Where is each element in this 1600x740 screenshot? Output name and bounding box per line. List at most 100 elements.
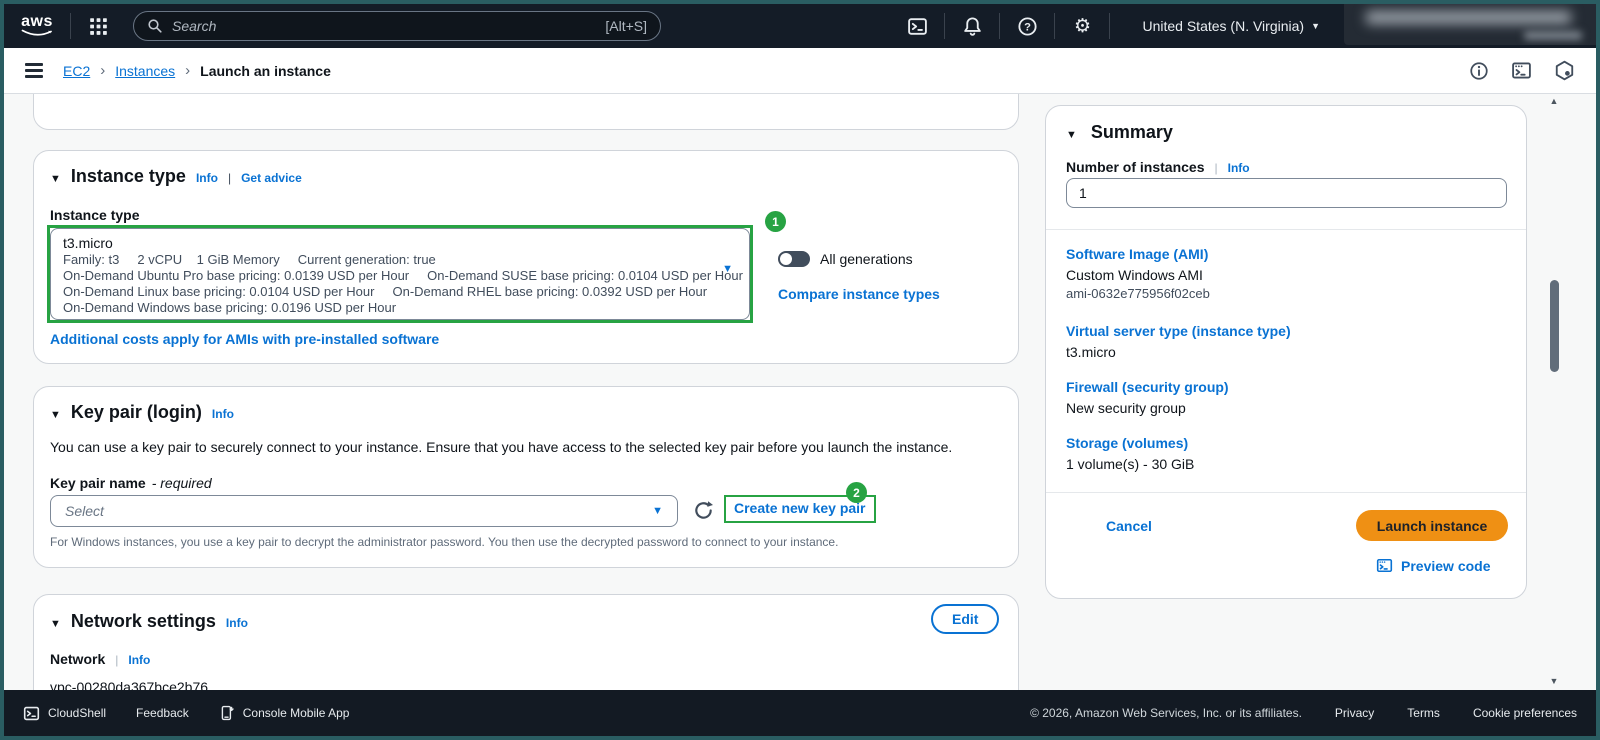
search-input[interactable] (172, 18, 597, 34)
mobile-app-icon (221, 705, 234, 721)
aws-logo-text: aws (21, 12, 53, 30)
redacted-text (1524, 31, 1582, 40)
account-info-redacted[interactable] (1344, 4, 1596, 45)
info-icon[interactable] (1469, 61, 1489, 81)
annotation-highlight-1: t3.micro Family: t3 2 vCPU 1 GiB Memory … (47, 225, 753, 323)
nav-divider (1109, 13, 1111, 39)
section-collapse-icon[interactable]: ▼ (50, 173, 61, 185)
help-icon[interactable]: ? (1016, 15, 1038, 37)
instance-type-selected: t3.micro (63, 235, 113, 251)
summary-instance-type-value: t3.micro (1066, 344, 1116, 360)
breadcrumb-separator: › (185, 62, 191, 79)
footer-cloudshell-button[interactable]: CloudShell (23, 705, 106, 722)
breadcrumb-bar: EC2 › Instances › Launch an instance (4, 48, 1596, 94)
key-pair-title: Key pair (login) (70, 402, 202, 422)
region-selector[interactable]: United States (N. Virginia) ▼ (1142, 18, 1320, 34)
global-search[interactable]: [Alt+S] (133, 11, 661, 41)
footer-mobile-app-button[interactable]: Console Mobile App (219, 705, 349, 721)
preview-code-icon[interactable] (1511, 60, 1532, 81)
summary-ami-link[interactable]: Software Image (AMI) (1066, 246, 1208, 262)
instance-type-field-label: Instance type (50, 207, 140, 223)
key-pair-name-label: Key pair name (50, 475, 146, 491)
footer-copyright: © 2026, Amazon Web Services, Inc. or its… (1030, 706, 1302, 720)
scrollbar: ▲ ▼ (1548, 94, 1560, 690)
instances-info-link[interactable]: Info (1228, 161, 1250, 175)
network-field-label: Network (50, 651, 106, 667)
cancel-button[interactable]: Cancel (1106, 518, 1152, 534)
section-collapse-icon[interactable]: ▼ (50, 409, 61, 421)
instance-type-title: Instance type (70, 166, 186, 186)
scrollbar-thumb[interactable] (1549, 280, 1559, 372)
aws-smile-icon (21, 29, 52, 36)
hamburger-menu-icon[interactable] (25, 63, 43, 78)
summary-instance-type-link[interactable]: Virtual server type (instance type) (1066, 323, 1291, 339)
nav-divider (944, 13, 946, 39)
network-settings-info-link[interactable]: Info (226, 616, 248, 630)
cloudshell-icon (23, 706, 40, 720)
launch-instance-button[interactable]: Launch instance (1356, 510, 1508, 541)
edit-network-button[interactable]: Edit (931, 604, 1000, 634)
key-pair-info-link[interactable]: Info (212, 407, 234, 421)
network-settings-title: Network settings (70, 611, 216, 631)
footer-terms-link[interactable]: Terms (1407, 706, 1440, 720)
key-pair-select[interactable]: Select ▼ (50, 495, 678, 527)
network-settings-section: ▼ Network settings Info Edit Network | I… (33, 594, 1019, 690)
caret-down-icon: ▼ (1311, 21, 1320, 31)
footer: CloudShell Feedback Console Mobile App ©… (4, 690, 1596, 736)
refresh-icon[interactable] (692, 499, 715, 522)
breadcrumb-instances[interactable]: Instances (115, 63, 175, 79)
preview-code-icon (1376, 558, 1393, 573)
nav-divider (999, 13, 1001, 39)
breadcrumb-separator: › (100, 62, 106, 79)
separator: | (115, 653, 119, 667)
scroll-down-arrow[interactable]: ▼ (1548, 676, 1560, 686)
footer-cookie-preferences-link[interactable]: Cookie preferences (1473, 706, 1577, 720)
instance-type-section: ▼ Instance type Info | Get advice Instan… (33, 150, 1019, 364)
notifications-bell-icon[interactable] (961, 15, 983, 37)
preview-code-button[interactable]: Preview code (1376, 557, 1491, 574)
footer-feedback-button[interactable]: Feedback (136, 706, 189, 720)
breadcrumb-ec2[interactable]: EC2 (63, 63, 90, 79)
instance-type-specs: Family: t3 2 vCPU 1 GiB Memory Current g… (63, 252, 436, 267)
network-vpc-value: vpc-00280da367bce2b76 (50, 679, 209, 690)
instance-type-pricing-3: On-Demand Windows base pricing: 0.0196 U… (63, 300, 397, 315)
summary-firewall-link[interactable]: Firewall (security group) (1066, 379, 1229, 395)
instance-type-select[interactable]: t3.micro Family: t3 2 vCPU 1 GiB Memory … (50, 228, 750, 320)
number-of-instances-label: Number of instances (1066, 159, 1205, 175)
additional-costs-link[interactable]: Additional costs apply for AMIs with pre… (50, 331, 439, 347)
required-label: - required (151, 475, 212, 491)
instance-type-pricing-2: On-Demand Linux base pricing: 0.0104 USD… (63, 284, 708, 299)
section-collapse-icon[interactable]: ▼ (1066, 129, 1077, 141)
summary-title: Summary (1090, 122, 1173, 142)
instance-type-pricing-1: On-Demand Ubuntu Pro base pricing: 0.013… (63, 268, 743, 283)
cloudshell-icon[interactable] (906, 15, 928, 37)
settings-gear-icon[interactable]: ⚙ (1071, 15, 1093, 37)
aws-logo[interactable]: aws (20, 12, 54, 38)
aws-console-screen: aws [Alt+S] (0, 0, 1600, 740)
toggle-knob (780, 253, 792, 265)
scroll-up-arrow[interactable]: ▲ (1548, 96, 1560, 106)
annotation-badge-1: 1 (765, 211, 786, 232)
instance-type-info-link[interactable]: Info (196, 171, 218, 185)
all-generations-toggle[interactable] (778, 251, 810, 267)
search-icon (148, 19, 162, 33)
summary-storage-value: 1 volume(s) - 30 GiB (1066, 456, 1195, 472)
separator: | (1214, 161, 1218, 175)
caret-down-icon: ▼ (652, 505, 663, 517)
main-content: ▼ Instance type Info | Get advice Instan… (4, 94, 1596, 690)
apps-grid-icon[interactable] (87, 15, 109, 37)
summary-storage-link[interactable]: Storage (volumes) (1066, 435, 1188, 451)
key-pair-select-placeholder: Select (65, 503, 104, 519)
section-collapse-icon[interactable]: ▼ (50, 618, 61, 630)
amazon-q-hexagon-icon[interactable] (1554, 60, 1575, 81)
create-new-key-pair-link[interactable]: Create new key pair (734, 500, 866, 516)
footer-privacy-link[interactable]: Privacy (1335, 706, 1374, 720)
region-label: United States (N. Virginia) (1142, 18, 1305, 34)
compare-instance-types-link[interactable]: Compare instance types (778, 286, 940, 302)
summary-ami-name: Custom Windows AMI (1066, 267, 1203, 283)
number-of-instances-input[interactable] (1066, 178, 1507, 208)
divider (1046, 229, 1526, 230)
get-advice-link[interactable]: Get advice (241, 171, 302, 185)
network-info-link[interactable]: Info (128, 653, 150, 667)
svg-text:?: ? (1024, 21, 1031, 33)
